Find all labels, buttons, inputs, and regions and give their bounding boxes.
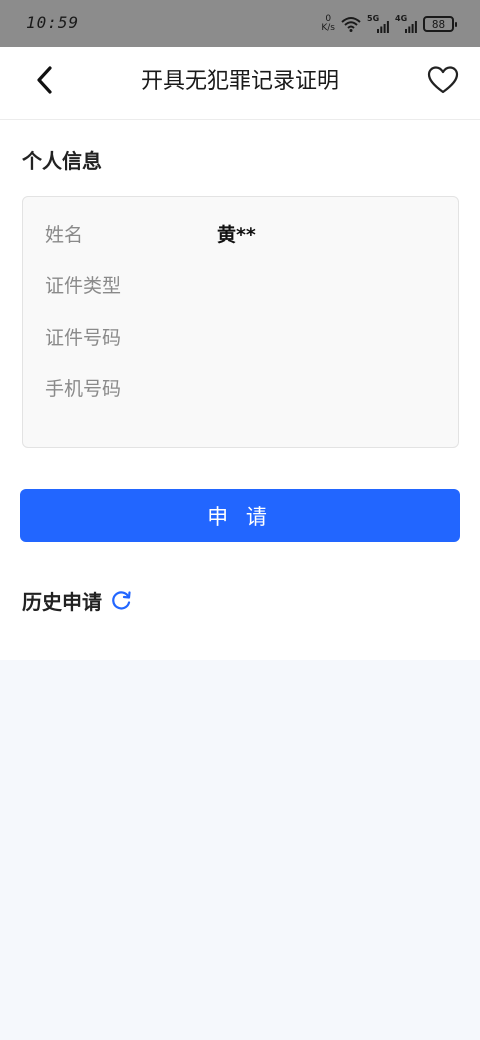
signal-bars-icon	[405, 21, 417, 33]
signal-bars-icon	[377, 21, 389, 33]
heart-outline-icon	[427, 66, 459, 94]
status-icons: 0 K/s 5G 4G 88	[321, 12, 457, 36]
history-title: 历史申请	[22, 590, 102, 614]
personal-info-card: 姓名 黄** 证件类型 证件号码 手机号码	[22, 196, 459, 448]
page-title: 开具无犯罪记录证明	[140, 69, 339, 94]
history-header: 历史申请	[22, 586, 132, 615]
signal-sim1: 5G	[367, 14, 389, 34]
info-label: 证件类型	[45, 274, 122, 297]
wifi-icon	[341, 17, 361, 32]
personal-info-title: 个人信息	[22, 149, 102, 173]
info-label: 证件号码	[45, 326, 122, 349]
nav-header: 开具无犯罪记录证明	[0, 47, 480, 120]
favorite-button[interactable]	[426, 63, 460, 97]
info-row-id-type: 证件类型	[45, 271, 217, 297]
status-time: 10:59	[26, 13, 80, 32]
info-row-phone: 手机号码	[45, 374, 217, 400]
network-speed: 0 K/s	[321, 15, 335, 33]
network-speed-unit: K/s	[321, 23, 335, 33]
info-label: 姓名	[45, 223, 84, 246]
battery-level: 88	[431, 17, 446, 31]
info-value: 黄**	[217, 223, 256, 246]
refresh-button[interactable]	[110, 590, 132, 612]
signal-sim2: 4G	[395, 14, 417, 34]
info-label: 手机号码	[45, 377, 122, 400]
status-bar: 10:59 0 K/s 5G 4G 88	[0, 0, 480, 47]
info-row-id-number: 证件号码	[45, 323, 217, 349]
info-row-name: 姓名 黄**	[45, 220, 256, 246]
refresh-icon	[112, 590, 131, 609]
battery-icon: 88	[423, 16, 457, 32]
apply-button[interactable]: 申 请	[20, 489, 460, 542]
history-list	[0, 660, 480, 1040]
